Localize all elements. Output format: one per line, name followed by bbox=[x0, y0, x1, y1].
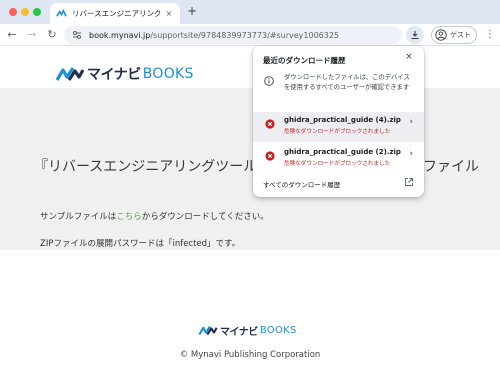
footer-logo[interactable]: マイナビ BOOKS bbox=[198, 323, 297, 338]
tune-icon[interactable] bbox=[71, 29, 83, 41]
profile-label: ゲスト bbox=[450, 31, 471, 39]
page-title: 『リバースエンジニアリングツールG bbox=[34, 159, 269, 175]
sample-download-text: サンプルファイルはこちらからダウンロードしてください。 bbox=[40, 210, 269, 222]
error-circle-icon bbox=[265, 119, 275, 129]
person-icon bbox=[435, 29, 447, 41]
download-status: 危険なダウンロードがブロックされました bbox=[284, 129, 391, 135]
downloads-close-icon[interactable]: × bbox=[403, 52, 415, 62]
download-filename: ghidra_practical_guide (4).zip bbox=[284, 116, 401, 124]
tab-close-icon[interactable]: × bbox=[164, 9, 174, 18]
tab-strip: リバースエンジニアリングツール × + bbox=[0, 0, 500, 24]
tab-title: リバースエンジニアリングツール bbox=[72, 9, 160, 18]
main-content: 『リバースエンジニアリングツールG ファイル サンプルファイルはこちらからダウン… bbox=[0, 88, 500, 250]
logo-books: BOOKS bbox=[142, 66, 194, 82]
footer-logo-text: マイナビ bbox=[220, 327, 258, 338]
all-downloads-link[interactable]: すべてのダウンロード履歴 bbox=[263, 179, 340, 189]
mynavi-favicon-icon bbox=[56, 8, 67, 17]
copyright: © Mynavi Publishing Corporation bbox=[179, 350, 321, 360]
open-external-icon[interactable] bbox=[404, 177, 414, 187]
window-close-button[interactable] bbox=[9, 8, 17, 16]
downloads-button[interactable] bbox=[406, 26, 424, 44]
chevron-right-icon[interactable]: › bbox=[409, 149, 413, 159]
back-button[interactable]: ← bbox=[4, 27, 20, 43]
site-header: マイナビ BOOKS bbox=[0, 47, 500, 88]
download-icon bbox=[411, 31, 419, 40]
footer-logo-books: BOOKS bbox=[259, 325, 297, 336]
download-status: 危険なダウンロードがブロックされました bbox=[284, 161, 391, 167]
reload-button[interactable]: ↻ bbox=[44, 27, 60, 43]
mynavi-mark-icon bbox=[55, 67, 85, 81]
browser-tab-active[interactable]: リバースエンジニアリングツール × bbox=[50, 3, 180, 24]
downloads-info-notice: ダウンロードしたファイルは、このデバイスを使用するすべてのユーザーが確認できます bbox=[253, 72, 424, 108]
new-tab-button[interactable]: + bbox=[184, 4, 200, 20]
download-filename: ghidra_practical_guide (2).zip bbox=[284, 148, 401, 156]
download-item[interactable]: ghidra_practical_guide (4).zip 危険なダウンロード… bbox=[253, 112, 424, 142]
sample-text-before: サンプルファイルは bbox=[40, 212, 117, 222]
guest-profile-button[interactable]: ゲスト bbox=[431, 26, 477, 44]
downloads-title: 最近のダウンロード履歴 bbox=[263, 56, 346, 65]
address-bar[interactable]: book.mynavi.jp/supportsite/9784839973773… bbox=[64, 26, 402, 44]
error-circle-icon bbox=[265, 151, 275, 161]
zip-password-text: ZIPファイルの展開パスワードは「infected」です。 bbox=[40, 239, 241, 249]
chevron-right-icon[interactable]: › bbox=[409, 117, 413, 127]
url-path: /supportsite/9784839973773/#survey100632… bbox=[150, 30, 340, 40]
download-item[interactable]: ghidra_practical_guide (2).zip 危険なダウンロード… bbox=[253, 144, 424, 174]
browser-menu-button[interactable]: ⋮ bbox=[484, 27, 496, 43]
logo-text: マイナビ bbox=[87, 67, 141, 83]
downloads-bubble: 最近のダウンロード履歴 × ダウンロードしたファイルは、このデバイスを使用するす… bbox=[253, 46, 424, 197]
page-title-end: ファイル bbox=[423, 159, 479, 175]
forward-button[interactable]: → bbox=[24, 27, 40, 43]
mynavi-mark-icon bbox=[198, 325, 218, 336]
info-circle-icon bbox=[264, 76, 274, 86]
url-host: book.mynavi.jp bbox=[89, 30, 151, 40]
sample-text-after: からダウンロードしてください。 bbox=[141, 212, 269, 222]
window-minimize-button[interactable] bbox=[21, 8, 29, 16]
window-zoom-button[interactable] bbox=[33, 8, 41, 16]
browser-toolbar: ← → ↻ book.mynavi.jp/supportsite/9784839… bbox=[0, 24, 500, 46]
sample-download-link[interactable]: こちら bbox=[116, 212, 142, 222]
url-text: book.mynavi.jp/supportsite/9784839973773… bbox=[89, 31, 339, 40]
mynavi-books-logo[interactable]: マイナビ BOOKS bbox=[55, 64, 194, 84]
downloads-info-text: ダウンロードしたファイルは、このデバイスを使用するすべてのユーザーが確認できます bbox=[284, 74, 410, 91]
